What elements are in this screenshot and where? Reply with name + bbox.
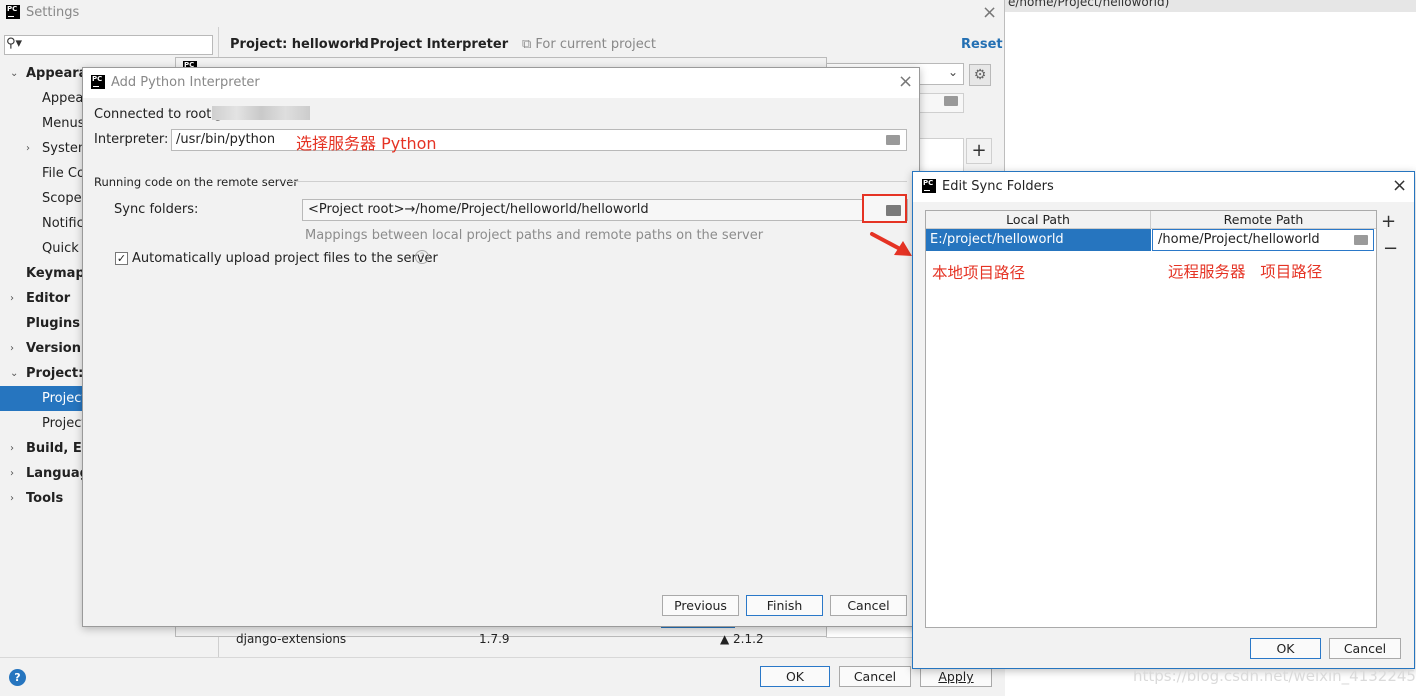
settings-close-icon[interactable]: × — [982, 2, 997, 23]
sidebar-item-label: Keymap — [26, 266, 85, 281]
package-version: 1.7.9 — [479, 632, 510, 646]
close-icon[interactable]: × — [898, 71, 913, 92]
settings-search-input[interactable] — [4, 35, 213, 55]
finish-button[interactable]: Finish — [746, 595, 823, 616]
reset-link[interactable]: Reset — [961, 37, 1003, 52]
interpreter-label: Interpreter: — [94, 132, 169, 147]
settings-ok-button[interactable]: OK — [760, 666, 830, 687]
add-package-icon[interactable]: + — [966, 138, 992, 164]
annotation-arrow-icon — [870, 232, 912, 256]
connected-label: Connected to root@ — [94, 107, 225, 122]
settings-cancel-button[interactable]: Cancel — [839, 666, 911, 687]
gear-icon[interactable]: ⚙ — [969, 64, 991, 86]
breadcrumb-separator: › — [356, 36, 362, 51]
package-latest: ▲ 2.1.2 — [720, 632, 764, 646]
settings-title: Settings — [26, 5, 80, 20]
auto-upload-label[interactable]: Automatically upload project files to th… — [132, 251, 438, 266]
pycharm-logo-icon: PC — [6, 5, 20, 19]
interpreter-path-value: /usr/bin/python — [176, 132, 276, 147]
for-current-project-note: ⧉ For current project — [522, 37, 657, 52]
add-cancel-button[interactable]: Cancel — [830, 595, 907, 616]
remote-path-annotation: 远程服务器 项目路径 — [1168, 263, 1323, 281]
sync-folders-value: <Project root>→/home/Project/helloworld/… — [308, 202, 649, 217]
sync-ok-button[interactable]: OK — [1250, 638, 1321, 659]
pycharm-logo-icon: PC — [922, 179, 936, 193]
folder-icon[interactable] — [944, 96, 958, 106]
sidebar-item-label: Editor — [26, 291, 71, 306]
sync-dialog-title: Edit Sync Folders — [942, 179, 1054, 194]
sidebar-item-label: Menus — [42, 116, 85, 131]
search-icon: ⚲▾ — [6, 36, 23, 51]
sidebar-item-label: Tools — [26, 491, 64, 506]
chevron-down-icon[interactable]: ⌄ — [10, 361, 18, 386]
remote-path-input[interactable]: /home/Project/helloworld — [1152, 229, 1374, 251]
blurred-host — [212, 106, 310, 120]
settings-apply-button[interactable]: Apply — [920, 666, 992, 687]
sync-folders-label: Sync folders: — [114, 202, 199, 217]
sync-cancel-button[interactable]: Cancel — [1329, 638, 1401, 659]
sync-folders-hint: Mappings between local project paths and… — [305, 228, 764, 243]
column-header-local[interactable]: Local Path — [926, 211, 1151, 229]
folder-icon[interactable] — [886, 135, 900, 145]
chevron-right-icon[interactable]: › — [10, 286, 14, 311]
folder-icon[interactable] — [1354, 235, 1368, 245]
section-divider — [285, 181, 907, 182]
breadcrumb-project: Project: helloworld — [230, 37, 369, 52]
folder-icon[interactable] — [886, 205, 901, 216]
local-path-cell[interactable]: E:/project/helloworld — [926, 229, 1151, 251]
column-header-remote[interactable]: Remote Path — [1151, 211, 1376, 229]
sidebar-item-label: Quick I — [42, 241, 87, 256]
chevron-right-icon[interactable]: › — [10, 486, 14, 511]
remote-section-label: Running code on the remote server — [94, 175, 299, 189]
chevron-down-icon[interactable]: ⌄ — [948, 65, 958, 79]
chevron-right-icon[interactable]: › — [10, 336, 14, 361]
chevron-down-icon[interactable]: ⌄ — [10, 61, 18, 86]
add-dialog-title: Add Python Interpreter — [111, 75, 260, 90]
add-python-interpreter-dialog — [82, 67, 920, 627]
add-mapping-icon[interactable]: + — [1381, 211, 1396, 232]
watermark: https://blog.csdn.net/weixin_41322458 — [1133, 667, 1416, 685]
chevron-right-icon[interactable]: › — [26, 136, 30, 161]
sidebar-item-label: Project — [42, 416, 87, 431]
help-icon[interactable]: ? — [9, 669, 26, 686]
background-path-text: e/home/Project/helloworld) — [1008, 0, 1170, 9]
interpreter-annotation: 选择服务器 Python — [296, 134, 437, 153]
chevron-right-icon[interactable]: › — [10, 436, 14, 461]
interpreter-path-input[interactable] — [171, 129, 907, 151]
auto-upload-checkbox[interactable]: ✓ — [115, 252, 128, 265]
pycharm-logo-icon: PC — [91, 75, 105, 89]
sync-toolbar — [1378, 210, 1402, 628]
local-path-annotation: 本地项目路径 — [932, 264, 1026, 282]
sidebar-item-label: File Co — [42, 166, 85, 181]
sidebar-item-label: Project — [42, 391, 87, 406]
close-icon[interactable]: × — [1392, 175, 1407, 196]
help-icon[interactable]: ? — [415, 250, 429, 264]
remove-mapping-icon[interactable]: − — [1383, 238, 1398, 259]
previous-button[interactable]: Previous — [662, 595, 739, 616]
chevron-right-icon[interactable]: › — [10, 461, 14, 486]
package-name: django-extensions — [236, 632, 347, 646]
breadcrumb-interpreter: Project Interpreter — [370, 37, 509, 52]
sidebar-item-label: Plugins — [26, 316, 80, 331]
